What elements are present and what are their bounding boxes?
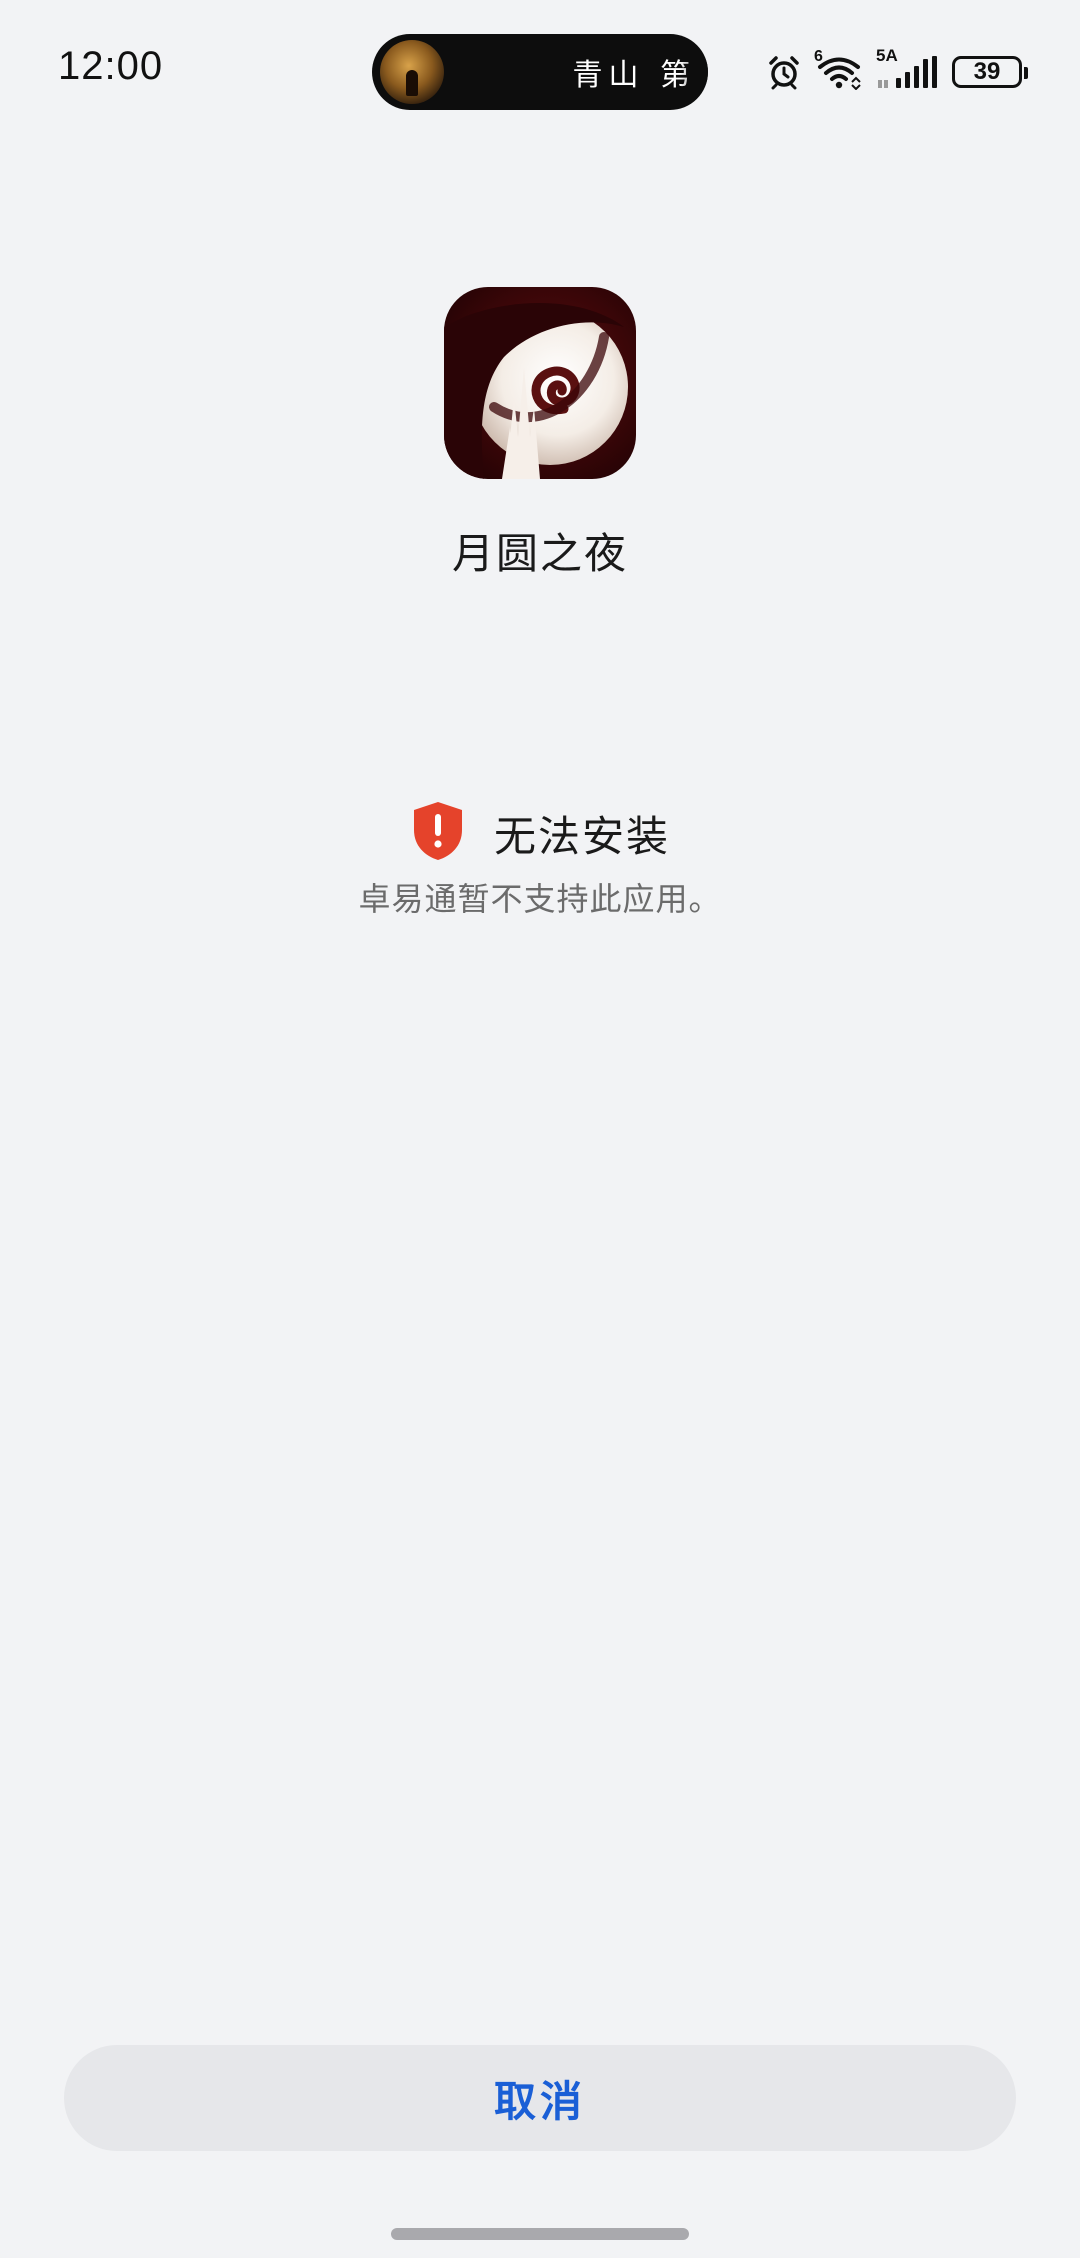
live-activity-pill[interactable]: 青山 第 xyxy=(372,34,708,110)
wifi-icon: 6 xyxy=(814,48,862,90)
app-name: 月圆之夜 xyxy=(451,529,628,578)
signal-label: 5A xyxy=(876,46,898,65)
wifi-label: 6 xyxy=(814,48,823,65)
cellular-signal-icon: 5A xyxy=(876,46,938,90)
battery-level: 39 xyxy=(973,58,1001,85)
alarm-icon xyxy=(766,54,802,90)
status-icons: 6 5A 39 xyxy=(766,46,1028,94)
app-icon xyxy=(444,287,636,479)
home-indicator[interactable] xyxy=(391,2228,689,2240)
live-activity-thumbnail xyxy=(380,40,444,104)
shield-alert-icon xyxy=(410,800,466,866)
install-status-description: 卓易通暂不支持此应用。 xyxy=(358,880,722,918)
cancel-button[interactable]: 取消 xyxy=(64,2045,1016,2151)
install-status-title: 无法安装 xyxy=(493,811,670,861)
live-activity-fade xyxy=(680,34,708,110)
battery-indicator: 39 xyxy=(952,56,1028,88)
install-status: 无法安装 xyxy=(0,800,1080,866)
status-time: 12:00 xyxy=(58,44,164,88)
live-activity-text: 青山 第 xyxy=(572,58,696,93)
status-bar: 12:00 青山 第 6 5A 39 xyxy=(0,0,1080,140)
